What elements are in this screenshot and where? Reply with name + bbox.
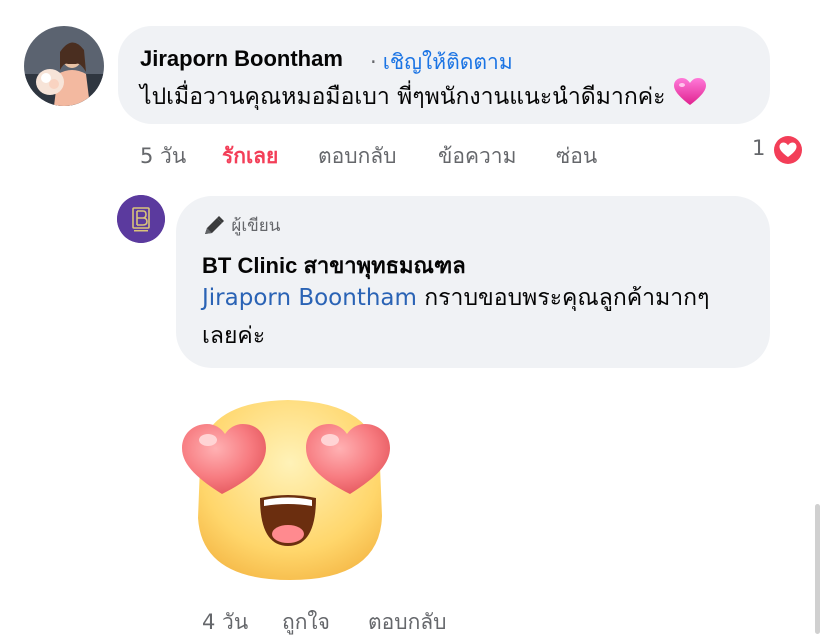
reaction-button[interactable]: รักเลย <box>222 140 278 173</box>
comment-actions: 5 วัน รักเลย ตอบกลับ ข้อความ ซ่อน <box>140 140 620 170</box>
user-avatar[interactable] <box>24 26 104 106</box>
reply-button[interactable]: ตอบกลับ <box>318 140 397 173</box>
separator-dot: · <box>370 50 377 74</box>
reaction-count[interactable]: 1 <box>752 136 765 160</box>
like-button[interactable]: ถูกใจ <box>282 606 330 639</box>
author-badge-label: ผู้เขียน <box>231 216 281 236</box>
comment-time[interactable]: 5 วัน <box>140 140 186 173</box>
comment-author[interactable]: Jiraporn Boontham <box>140 46 343 72</box>
follow-link[interactable]: เชิญให้ติดตาม <box>383 50 513 74</box>
pink-heart-icon <box>673 78 706 117</box>
reply-line-1: Jiraporn Boontham กราบขอบพระคุณลูกค้ามาก… <box>202 280 762 316</box>
reply-time[interactable]: 4 วัน <box>202 606 248 639</box>
heart-eyes-emoji-sticker[interactable] <box>180 396 396 582</box>
mention-link[interactable]: Jiraporn Boontham <box>202 285 417 311</box>
reply-author[interactable]: BT Clinic สาขาพุทธมณฑล <box>202 248 466 283</box>
reply-text: Jiraporn Boontham กราบขอบพระคุณลูกค้ามาก… <box>202 280 762 354</box>
author-badge: ผู้เขียน <box>202 212 280 239</box>
reply-reply-button[interactable]: ตอบกลับ <box>368 606 447 639</box>
hide-button[interactable]: ซ่อน <box>556 140 597 173</box>
reply-actions: 4 วัน ถูกใจ ตอบกลับ <box>202 606 502 634</box>
reply-body-1: กราบขอบพระคุณลูกค้ามากๆ <box>416 285 710 311</box>
comment-text: ไปเมื่อวานคุณหมอมือเบา พี่ๆพนักงานแนะนำด… <box>140 78 706 117</box>
scrollbar[interactable] <box>815 504 820 634</box>
message-button[interactable]: ข้อความ <box>438 140 516 173</box>
page-avatar[interactable] <box>117 195 165 243</box>
follow-invite[interactable]: · เชิญให้ติดตาม <box>370 46 513 79</box>
reply-body-2: เลยค่ะ <box>202 323 266 349</box>
comment-body: ไปเมื่อวานคุณหมอมือเบา พี่ๆพนักงานแนะนำด… <box>140 84 666 110</box>
pen-icon <box>202 216 231 236</box>
love-reaction-icon[interactable] <box>772 134 804 166</box>
